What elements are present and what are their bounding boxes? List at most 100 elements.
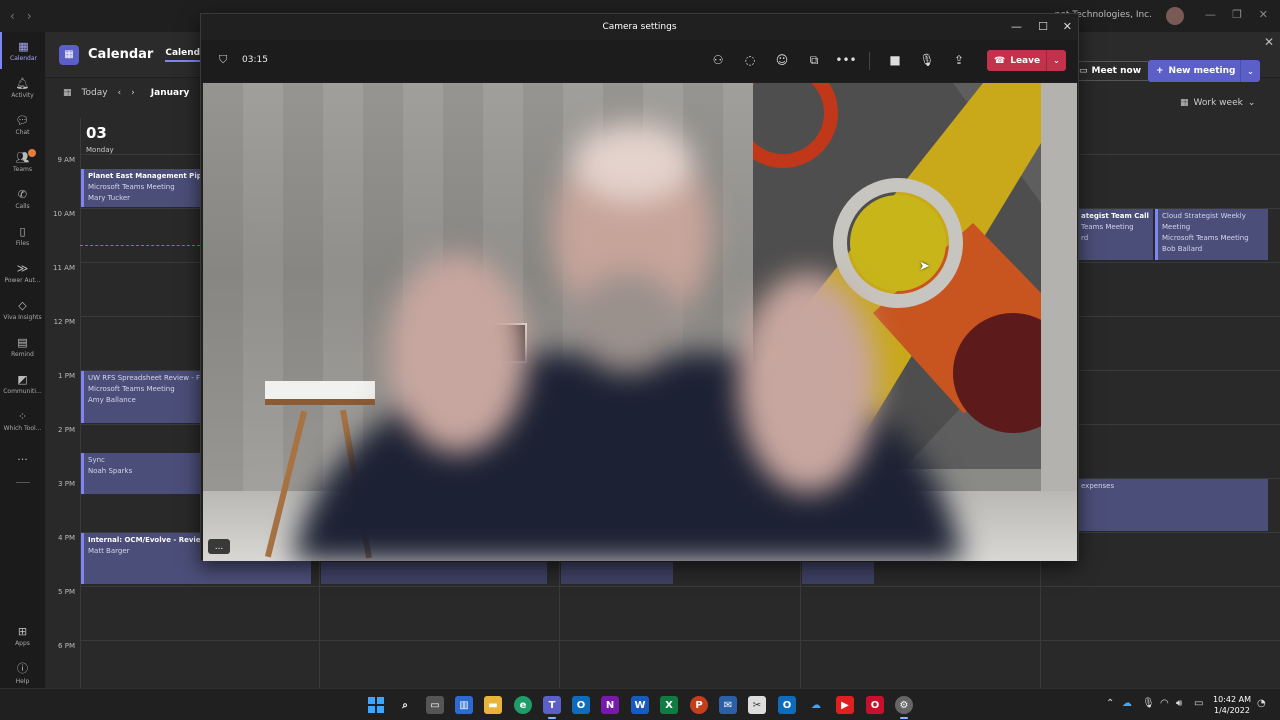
widgets-icon[interactable]: ▥ <box>455 696 473 714</box>
calendar-event[interactable] <box>321 562 547 584</box>
close-icon[interactable]: ✕ <box>1264 35 1274 49</box>
rail-item-label: Calendar <box>10 54 37 62</box>
calendar-app-icon: ▦ <box>59 44 79 65</box>
mail-icon[interactable]: ✉ <box>719 696 737 714</box>
window-title: Camera settings <box>602 22 677 32</box>
chevron-up-icon[interactable]: ⌃ <box>1106 698 1114 709</box>
rail-item-label: Calls <box>15 202 30 210</box>
excel-icon[interactable]: X <box>660 696 678 714</box>
microphone-icon[interactable]: 🎙︎ <box>1142 698 1155 709</box>
time-label: 12 PM <box>53 318 75 326</box>
video-more-button[interactable]: ... <box>208 539 230 554</box>
month-label[interactable]: January <box>151 88 190 98</box>
chevron-right-icon[interactable]: › <box>131 88 135 98</box>
rail-item-calls[interactable]: ✆ Calls <box>0 180 45 217</box>
calendar-icon: ▦ <box>63 88 72 98</box>
meet-now-button[interactable]: ▭ Meet now <box>1070 61 1151 81</box>
rail-item-files[interactable]: ▯ Files <box>0 217 45 254</box>
app-rail: ▦ Calendar 🔔︎ Activity 💬︎ Chat 👥︎ Teams … <box>0 32 45 688</box>
microphone-icon[interactable]: 🎙︎ <box>918 51 936 69</box>
chevron-left-icon[interactable]: ‹ <box>118 88 122 98</box>
view-selector[interactable]: ▦ Work week ⌄ <box>1180 98 1255 108</box>
taskbar: ⌕ ▭ ▥ ▬ e T O N W X P ✉ ✂ O ☁ ▶ O ⚙ ⌃ ☁ … <box>0 688 1280 720</box>
calendar-event[interactable] <box>802 562 874 584</box>
settings-icon[interactable]: ⚙ <box>895 696 913 719</box>
youtube-icon[interactable]: ▶ <box>836 696 854 714</box>
rail-item-teams[interactable]: 👥︎ Teams <box>0 143 45 180</box>
calendar-event[interactable]: Planet East Management Pipelin Microsoft… <box>81 169 201 207</box>
windows-start-icon[interactable] <box>367 696 385 714</box>
rail-item-calendar[interactable]: ▦ Calendar <box>0 32 45 69</box>
calendar-event[interactable]: expenses <box>1077 479 1268 531</box>
back-icon[interactable]: ‹ <box>10 9 15 23</box>
rail-item-label: Power Aut... <box>4 276 41 284</box>
time-label: 2 PM <box>58 426 75 434</box>
outlook-alt-icon[interactable]: O <box>778 696 796 714</box>
chat-icon[interactable]: ◌ <box>741 51 759 69</box>
calendar-icon: ▦ <box>1180 98 1189 108</box>
rooms-icon[interactable]: ⧉ <box>805 51 823 69</box>
calendar-event[interactable]: Sync Noah Sparks <box>81 453 201 494</box>
powerpoint-icon[interactable]: P <box>690 696 708 714</box>
rail-item-chat[interactable]: 💬︎ Chat <box>0 106 45 143</box>
person-silhouette <box>293 123 963 561</box>
rail-item-which-tool[interactable]: ⁘ Which Tool... <box>0 402 45 439</box>
volume-icon[interactable]: 🔊︎ <box>1176 698 1182 709</box>
outlook-icon[interactable]: O <box>572 696 590 714</box>
chevron-down-icon[interactable]: ⌄ <box>1240 60 1260 82</box>
calendar-event[interactable] <box>561 562 673 584</box>
rail-item-activity[interactable]: 🔔︎ Activity <box>0 69 45 106</box>
time-label: 5 PM <box>58 588 75 596</box>
calendar-icon: ▦ <box>18 39 29 53</box>
onedrive-icon[interactable]: ☁ <box>1122 698 1132 709</box>
time-label: 9 AM <box>57 156 75 164</box>
battery-icon[interactable]: ▭ <box>1194 698 1203 709</box>
leave-button[interactable]: ☎ Leave ⌄ <box>987 50 1066 71</box>
notifications-icon[interactable]: ◔ <box>1257 698 1266 709</box>
file-explorer-icon[interactable]: ▬ <box>484 696 502 714</box>
close-icon[interactable]: ✕ <box>1063 20 1072 33</box>
history-nav: ‹ › <box>10 9 32 23</box>
rail-item-apps[interactable]: ⊞ Apps <box>0 617 45 654</box>
avatar[interactable] <box>1166 7 1184 25</box>
rail-item-communities[interactable]: ◩ Communiti... <box>0 365 45 402</box>
participants-icon[interactable]: ⚇ <box>709 51 727 69</box>
shield-icon[interactable]: ⛉ <box>219 53 227 67</box>
rail-item-label: Teams <box>13 165 32 173</box>
hang-up-icon: ☎ <box>994 55 1006 66</box>
reactions-icon[interactable]: ☺ <box>773 51 791 69</box>
rail-item-power-automate[interactable]: ≫ Power Aut... <box>0 254 45 291</box>
day-number: 03 <box>86 124 107 142</box>
close-icon[interactable]: ✕ <box>1259 8 1268 21</box>
maximize-icon[interactable]: ☐ <box>1038 20 1048 33</box>
camera-icon[interactable]: ■ <box>886 51 904 69</box>
calendar-event[interactable]: UW RFS Spreadsheet Review - F Microsoft … <box>81 371 201 423</box>
today-button[interactable]: Today <box>82 88 108 98</box>
rail-item-viva-insights[interactable]: ◇ Viva Insights <box>0 291 45 328</box>
task-view-icon[interactable]: ▭ <box>426 696 444 714</box>
teams-icon[interactable]: T <box>543 696 561 719</box>
calendar-event[interactable]: Cloud Strategist Weekly Meeting Microsof… <box>1155 209 1268 260</box>
snip-icon[interactable]: ✂ <box>748 696 766 714</box>
office-icon[interactable]: O <box>866 696 884 714</box>
share-screen-icon[interactable]: ⇪ <box>950 51 968 69</box>
onenote-icon[interactable]: N <box>601 696 619 714</box>
minimize-icon[interactable]: — <box>1011 20 1022 33</box>
word-icon[interactable]: W <box>631 696 649 714</box>
wifi-icon[interactable]: ◠ <box>1160 698 1169 709</box>
more-actions-icon[interactable]: ••• <box>835 51 856 69</box>
rail-item-help[interactable]: ⓘ Help <box>0 654 45 691</box>
new-meeting-button[interactable]: + New meeting ⌄ <box>1148 60 1260 82</box>
chevron-down-icon[interactable]: ⌄ <box>1046 50 1066 71</box>
maximize-icon[interactable]: ❐ <box>1232 8 1242 21</box>
calendar-event[interactable]: ategist Team Call Teams Meeting rd <box>1077 209 1153 260</box>
onedrive-icon[interactable]: ☁ <box>807 696 825 714</box>
search-icon[interactable]: ⌕ <box>396 696 414 714</box>
edge-icon[interactable]: e <box>514 696 532 714</box>
rail-item-remind[interactable]: ▤ Remind <box>0 328 45 365</box>
clock[interactable]: 10:42 AM 1/4/2022 <box>1213 694 1251 716</box>
minimize-icon[interactable]: — <box>1205 8 1216 21</box>
rail-item-label: Apps <box>15 639 30 647</box>
forward-icon[interactable]: › <box>27 9 32 23</box>
rail-more-apps[interactable]: ... <box>0 439 45 476</box>
